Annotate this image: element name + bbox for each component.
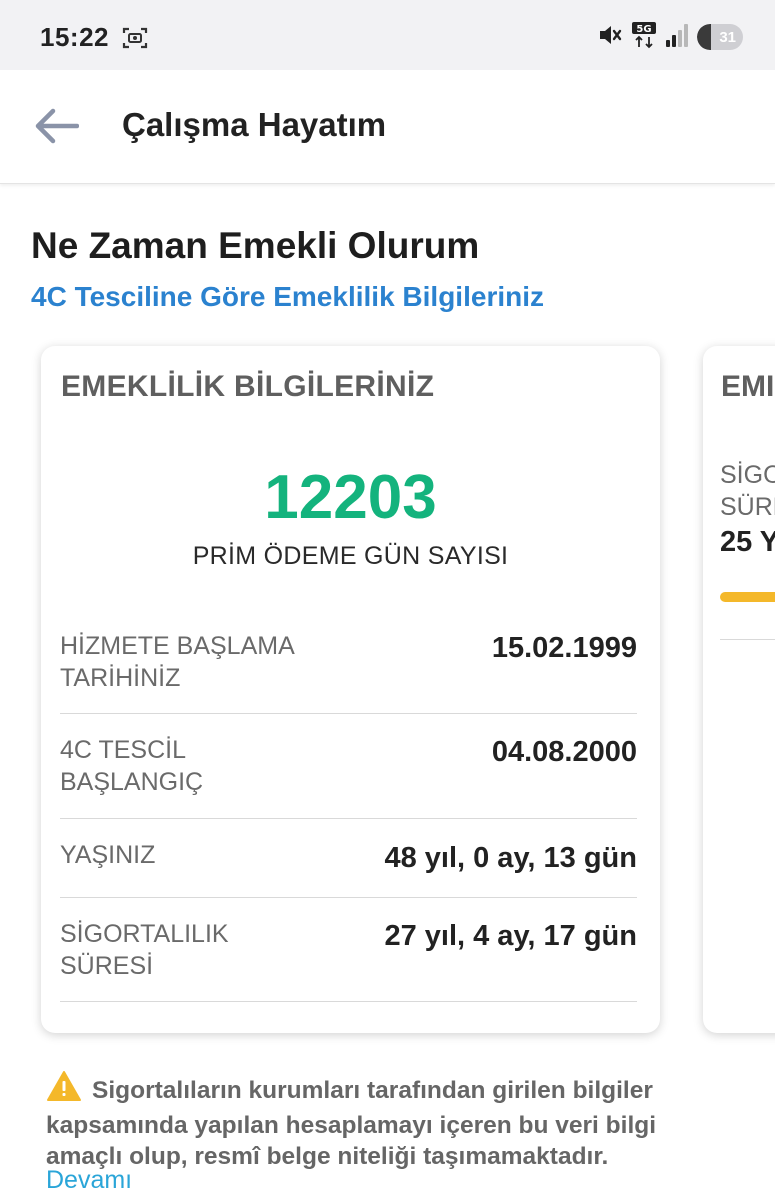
info-label-line: YAŞINIZ xyxy=(60,841,156,869)
status-bar: 15:22 5G 31 xyxy=(0,0,775,70)
arrow-left-icon xyxy=(35,108,79,144)
mute-icon xyxy=(597,22,623,53)
info-value: 27 yıl, 4 ay, 17 gün xyxy=(384,920,637,952)
next-card-value: 25 Y xyxy=(720,526,775,558)
warning-icon xyxy=(46,1070,82,1110)
network-5g-icon: 5G xyxy=(631,21,657,54)
next-card-label-line: SİGO xyxy=(720,461,775,489)
status-time: 15:22 xyxy=(40,22,109,52)
retirement-info-card[interactable]: EMEKLİLİK BİLGİLERİNİZ 12203 PRİM ÖDEME … xyxy=(41,346,660,1033)
card-heading: EMEKLİLİK BİLGİLERİNİZ xyxy=(61,370,435,403)
next-card-divider xyxy=(720,639,775,640)
info-row-4c-start: 4C TESCİL BAŞLANGIÇ 04.08.2000 xyxy=(60,714,637,819)
next-card-label: SİGO SÜRE xyxy=(720,459,775,523)
info-label-line: HİZMETE BAŞLAMA xyxy=(60,632,295,660)
info-value: 48 yıl, 0 ay, 13 gün xyxy=(384,842,637,874)
info-row-insurance-duration: SİGORTALILIK SÜRESİ 27 yıl, 4 ay, 17 gün xyxy=(60,898,637,1002)
info-label-line: TARİHİNİZ xyxy=(60,664,181,692)
info-label-line: BAŞLANGIÇ xyxy=(60,768,204,796)
next-card[interactable]: EMI SİGO SÜRE 25 Y xyxy=(703,346,775,1033)
page-subtitle: 4C Tesciline Göre Emeklilik Bilgileriniz xyxy=(31,281,544,312)
premium-days-label: PRİM ÖDEME GÜN SAYISI xyxy=(192,542,509,570)
next-card-label-line: SÜRE xyxy=(720,493,775,521)
info-row-age: YAŞINIZ 48 yıl, 0 ay, 13 gün xyxy=(60,819,637,898)
info-label-line: SİGORTALILIK xyxy=(60,920,229,948)
screen-record-icon xyxy=(122,26,148,50)
disclaimer-notice: Sigortalıların kurumları tarafından giri… xyxy=(46,1070,736,1172)
battery-icon: 31 xyxy=(697,24,743,50)
disclaimer-text: Sigortalıların kurumları tarafından giri… xyxy=(46,1077,657,1170)
back-button[interactable] xyxy=(30,106,82,146)
next-card-heading: EMI xyxy=(721,370,775,403)
info-label-line: SÜRESİ xyxy=(60,952,154,980)
info-row-start-date: HİZMETE BAŞLAMA TARİHİNİZ 15.02.1999 xyxy=(60,624,637,714)
info-label-line: 4C TESCİL xyxy=(60,736,186,764)
info-label: YAŞINIZ xyxy=(60,839,155,871)
premium-days-count: 12203 xyxy=(264,463,437,532)
info-label: 4C TESCİL BAŞLANGIÇ xyxy=(60,734,203,798)
battery-level-label: 31 xyxy=(719,28,736,46)
app-bar: Çalışma Hayatım xyxy=(0,70,775,184)
info-value: 15.02.1999 xyxy=(491,632,637,664)
info-label: HİZMETE BAŞLAMA TARİHİNİZ xyxy=(60,630,295,694)
status-icons: 5G 31 xyxy=(597,21,743,54)
more-link[interactable]: Devamı xyxy=(46,1166,132,1195)
app-title: Çalışma Hayatım xyxy=(122,106,387,143)
next-card-progress-bar xyxy=(720,592,775,602)
info-value: 04.08.2000 xyxy=(491,736,637,768)
page-title: Ne Zaman Emekli Olurum xyxy=(31,225,480,266)
network-type-label: 5G xyxy=(636,24,651,35)
info-label: SİGORTALILIK SÜRESİ xyxy=(60,918,229,982)
signal-icon xyxy=(665,22,689,53)
